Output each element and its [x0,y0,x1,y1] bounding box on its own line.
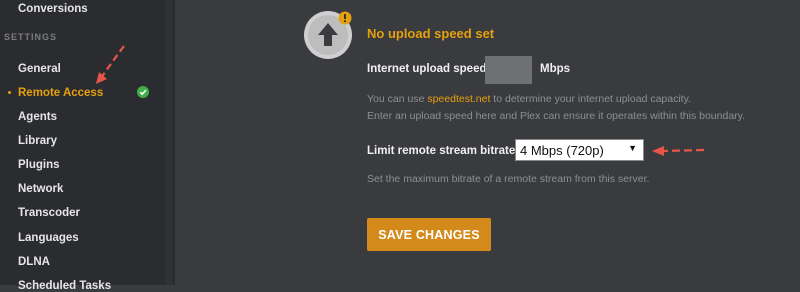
save-button[interactable]: SAVE CHANGES [367,218,491,251]
bitrate-label: Limit remote stream bitrate [367,145,516,157]
sidebar-item-library[interactable]: Library [18,135,57,147]
sidebar-item-agents[interactable]: Agents [18,111,57,123]
bitrate-help-text: Set the maximum bitrate of a remote stre… [367,173,650,185]
sidebar-item-transcoder[interactable]: Transcoder [18,207,80,219]
speedtest-link[interactable]: speedtest.net [427,93,490,105]
upload-help-text: You can use speedtest.net to determine y… [367,93,691,105]
upload-help-text-2: Enter an upload speed here and Plex can … [367,110,746,122]
sidebar-item-network[interactable]: Network [18,183,63,195]
warning-icon [338,11,352,25]
sidebar-item-languages[interactable]: Languages [18,232,79,244]
annotation-arrow-bitrate [652,146,705,156]
sidebar-item-dlna[interactable]: DLNA [18,256,50,268]
sidebar-item-general[interactable]: General [18,63,61,75]
sidebar: Conversions SETTINGS General Remote Acce… [0,0,175,292]
upload-speed-unit: Mbps [540,63,571,75]
upload-speed-label: Internet upload speed [367,63,487,75]
help-prefix: You can use [367,93,428,105]
sidebar-item-remote-access[interactable]: Remote Access [18,87,103,99]
chevron-down-icon: ▼ [628,143,637,153]
active-indicator [8,91,11,94]
sidebar-section-settings: SETTINGS [4,32,58,42]
sidebar-item-plugins[interactable]: Plugins [18,159,60,171]
check-circle-icon [137,86,149,98]
upload-speed-input[interactable] [485,56,532,84]
sidebar-scrollbar[interactable] [165,0,173,285]
sidebar-item-scheduled-tasks[interactable]: Scheduled Tasks [18,280,111,292]
page-title: No upload speed set [367,26,495,41]
bitrate-select[interactable]: 4 Mbps (720p) ▼ [515,139,644,161]
bitrate-selected-value: 4 Mbps (720p) [520,143,604,158]
help-suffix: to determine your internet upload capaci… [490,93,691,105]
sidebar-item-conversions[interactable]: Conversions [18,3,88,15]
